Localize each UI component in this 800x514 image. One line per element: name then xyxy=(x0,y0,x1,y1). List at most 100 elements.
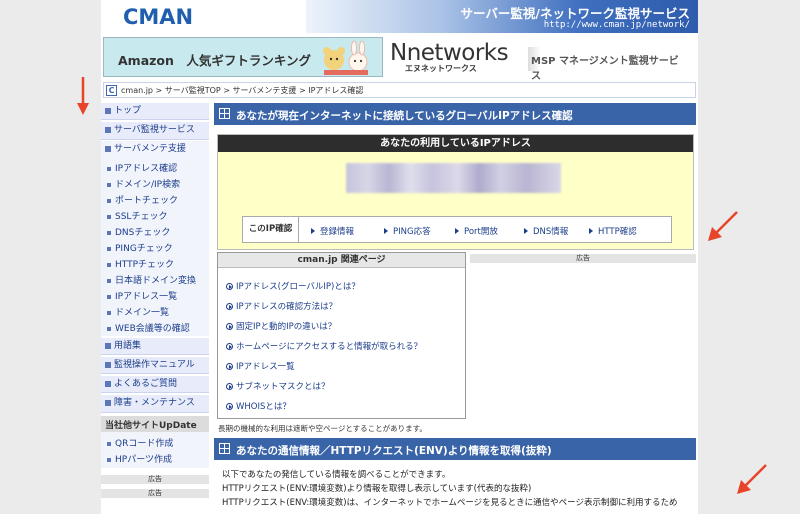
sidebar-subitem[interactable]: HTTPチェック xyxy=(107,257,174,270)
sidebar-subitem[interactable]: ドメイン/IP検索 xyxy=(107,177,180,190)
ip-check-links: このIP確認 登録情報 PING応答 Port開放 DNS情報 HTTP確認 xyxy=(242,216,672,243)
ip-address-box: あなたの利用しているIPアドレス このIP確認 登録情報 PING応答 Port… xyxy=(217,134,694,250)
related-link-label: IPアドレス一覧 xyxy=(236,362,295,372)
subitem-label: HPパーツ作成 xyxy=(115,455,173,465)
bullet-icon xyxy=(107,278,111,283)
subitem-label: IPアドレス確認 xyxy=(115,164,178,174)
sidebar-hp-parts-link[interactable]: HPパーツ作成 xyxy=(107,452,172,465)
sister-sites-heading: 当社他サイトUpDate xyxy=(101,416,209,432)
ip-link-label: DNS情報 xyxy=(533,227,569,237)
related-link[interactable]: WHOISとは？ xyxy=(226,400,291,412)
ip-address-value-redacted xyxy=(346,163,561,193)
cman-logo[interactable]: CMAN xyxy=(123,5,193,29)
subitem-label: PINGチェック xyxy=(115,244,173,254)
related-link-label: IPアドレスの確認方法は？ xyxy=(236,302,338,312)
subitem-label: QRコード作成 xyxy=(115,439,174,449)
cman-c-icon: C xyxy=(106,85,117,96)
amazon-gift-banner[interactable]: Amazon 人気ギフトランキング xyxy=(103,37,383,77)
square-bullet-icon xyxy=(105,145,111,152)
sidebar-subitem[interactable]: IPアドレス一覧 xyxy=(107,289,177,302)
bear-rabbit-icon xyxy=(323,40,368,75)
bullet-icon xyxy=(107,230,111,235)
bullet-icon xyxy=(107,294,111,299)
ip-link-ping[interactable]: PING応答 xyxy=(384,225,431,237)
square-bullet-icon xyxy=(105,361,111,368)
bullet-icon xyxy=(107,214,111,219)
msp-banner[interactable]: MSP マネージメント監視サービス xyxy=(528,47,688,82)
nnetworks-kana: エヌネットワークス xyxy=(405,64,477,73)
circle-arrow-icon xyxy=(226,383,233,390)
site-header: CMAN サーバー監視/ネットワーク監視サービス http://www.cman… xyxy=(101,0,698,33)
subitem-label: DNSチェック xyxy=(115,228,171,238)
subitem-label: ポートチェック xyxy=(115,196,179,206)
triangle-right-icon xyxy=(589,228,593,234)
red-arrow-down-icon xyxy=(77,77,89,115)
sidebar-item-top[interactable]: トップ xyxy=(101,103,209,120)
page: CMAN サーバー監視/ネットワーク監視サービス http://www.cman… xyxy=(101,0,698,514)
sidebar-subitem[interactable]: PINGチェック xyxy=(107,241,173,254)
info-text-line: 以下であなたの発信している情報を調べることができます。 xyxy=(222,470,451,480)
circle-arrow-icon xyxy=(226,283,233,290)
sidebar-item-maint[interactable]: サーバメンテ支援 xyxy=(101,142,209,158)
bullet-icon xyxy=(107,262,111,267)
related-link[interactable]: IPアドレス(グローバルIP)とは？ xyxy=(226,280,360,292)
ip-check-label: このIP確認 xyxy=(243,217,299,242)
sidebar-subitem[interactable]: WEB会議等の確認 xyxy=(107,321,190,334)
sidebar-item-server-monitor[interactable]: サーバ監視サービス xyxy=(101,122,209,140)
sidebar: トップ サーバ監視サービス サーバメンテ支援 IPアドレス確認 ドメイン/IP検… xyxy=(101,101,211,514)
section-grid-icon xyxy=(219,108,230,119)
square-bullet-icon xyxy=(105,399,111,406)
sidebar-subitem[interactable]: IPアドレス確認 xyxy=(107,161,177,174)
subitem-label: 日本語ドメイン変換 xyxy=(115,276,197,286)
sidebar-item-label: サーバ監視サービス xyxy=(114,125,195,135)
ip-link-label: Port開放 xyxy=(464,227,498,237)
circle-arrow-icon xyxy=(226,323,233,330)
sidebar-subitem[interactable]: 日本語ドメイン変換 xyxy=(107,273,196,286)
main-ad-label: 広告 xyxy=(470,254,696,263)
ip-link-http[interactable]: HTTP確認 xyxy=(589,225,637,237)
sidebar-qr-link[interactable]: QRコード作成 xyxy=(107,436,173,449)
breadcrumb-text[interactable]: cman.jp > サーバ監視TOP > サーバメンテ支援 > IPアドレス確認 xyxy=(121,85,363,96)
sidebar-subitem[interactable]: SSLチェック xyxy=(107,209,167,222)
header-url: http://www.cman.jp/network/ xyxy=(543,20,690,30)
subitem-label: ドメイン/IP検索 xyxy=(115,180,181,190)
related-link[interactable]: ホームページにアクセスすると情報が取られる？ xyxy=(226,340,422,352)
square-bullet-icon xyxy=(105,107,111,114)
red-arrow-diagonal-icon xyxy=(708,211,738,241)
bullet-icon xyxy=(107,198,111,203)
sidebar-subitem[interactable]: ドメイン一覧 xyxy=(107,305,169,318)
square-bullet-icon xyxy=(105,380,111,387)
subitem-label: WEB会議等の確認 xyxy=(115,324,190,334)
sidebar-subitem[interactable]: ポートチェック xyxy=(107,193,178,206)
bullet-icon xyxy=(107,166,111,171)
related-pages-box: cman.jp 関連ページ IPアドレス(グローバルIP)とは？ IPアドレスの… xyxy=(217,252,466,419)
sidebar-item-label: トップ xyxy=(114,106,142,116)
section-ip-heading: あなたが現在インターネットに接続しているグローバルIPアドレス確認 xyxy=(214,103,696,125)
related-link-label: サブネットマスクとは？ xyxy=(236,382,330,392)
sidebar-item-outage[interactable]: 障害・メンテナンス xyxy=(101,395,209,413)
related-link[interactable]: サブネットマスクとは？ xyxy=(226,380,330,392)
sidebar-subitem[interactable]: DNSチェック xyxy=(107,225,170,238)
ip-link-registration[interactable]: 登録情報 xyxy=(311,225,354,237)
triangle-right-icon xyxy=(524,228,528,234)
sidebar-item-manual[interactable]: 監視操作マニュアル xyxy=(101,357,209,374)
bullet-icon xyxy=(107,310,111,315)
sidebar-item-label: よくあるご質問 xyxy=(114,379,178,389)
ip-link-dns[interactable]: DNS情報 xyxy=(524,225,568,237)
bullet-icon xyxy=(107,457,111,462)
ip-link-port[interactable]: Port開放 xyxy=(455,225,498,237)
sidebar-item-glossary[interactable]: 用語集 xyxy=(101,338,209,355)
triangle-right-icon xyxy=(455,228,459,234)
circle-arrow-icon xyxy=(226,363,233,370)
sidebar-item-faq[interactable]: よくあるご質問 xyxy=(101,376,209,393)
circle-arrow-icon xyxy=(226,403,233,410)
usage-note: 長期の機械的な利用は遮断や空ページとすることがあります。 xyxy=(218,424,427,433)
sidebar-item-label: 障害・メンテナンス xyxy=(114,398,195,408)
related-link[interactable]: 固定IPと動的IPの違いは？ xyxy=(226,320,336,332)
ip-link-label: 登録情報 xyxy=(320,227,355,237)
triangle-right-icon xyxy=(311,228,315,234)
related-link[interactable]: IPアドレス一覧 xyxy=(226,360,295,372)
bullet-icon xyxy=(107,326,111,331)
sidebar-item-label: 監視操作マニュアル xyxy=(114,360,195,370)
related-link[interactable]: IPアドレスの確認方法は？ xyxy=(226,300,337,312)
